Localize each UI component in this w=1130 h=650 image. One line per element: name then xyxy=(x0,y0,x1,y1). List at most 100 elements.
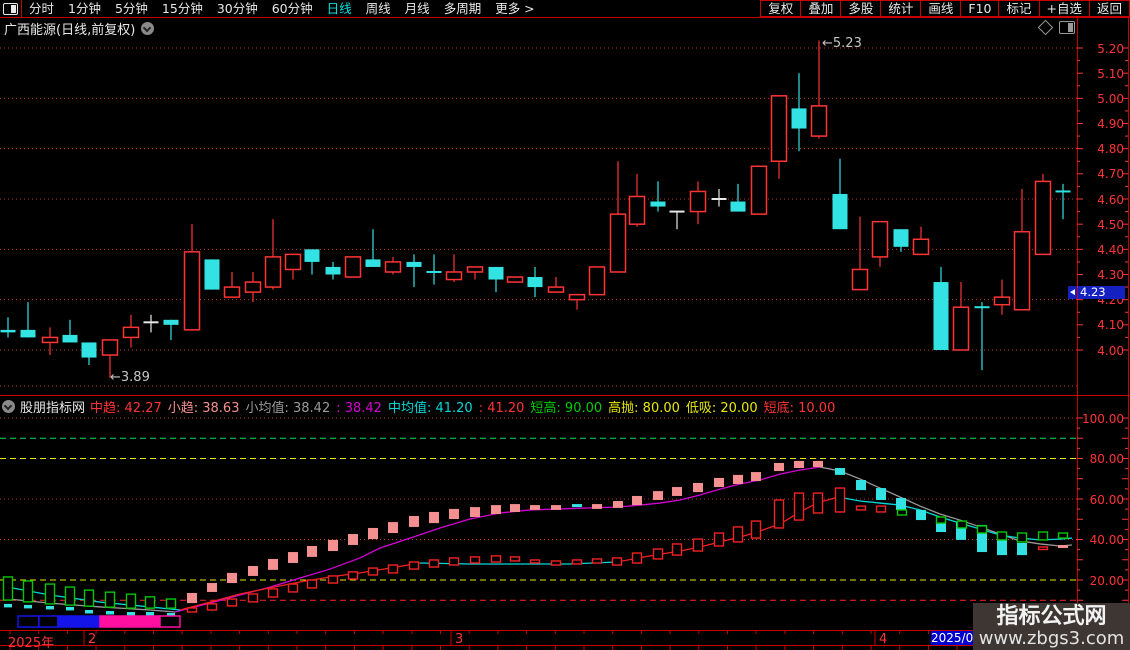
period-menu-item[interactable]: 多周期 xyxy=(437,0,489,17)
indicator-chevron-icon[interactable] xyxy=(2,399,15,413)
cyan-dash xyxy=(46,605,54,610)
candle-up xyxy=(810,105,828,137)
pane-layout-icon[interactable] xyxy=(1059,21,1075,34)
top-menu-bar: 分时 1分钟 5分钟 15分钟 30分钟 60分钟 日线 周线 月线 多周期 更多 > 复权 叠加 多股… xyxy=(0,0,1130,18)
period-menu-item[interactable]: 月线 xyxy=(398,0,437,17)
red-candle xyxy=(347,571,359,580)
period-menu-item[interactable]: 日线 xyxy=(320,0,359,17)
chart-canvas[interactable] xyxy=(0,0,1130,650)
green-candle xyxy=(64,586,76,606)
period-menu-item[interactable]: 5分钟 xyxy=(108,0,155,17)
cyan-dash xyxy=(85,609,93,614)
candle-down xyxy=(933,282,949,351)
tool-menu-item[interactable]: 多股 xyxy=(840,0,882,17)
candle-up xyxy=(122,326,140,339)
candle-up xyxy=(770,95,788,163)
cyan-candle xyxy=(835,468,845,475)
layout-toggle-button[interactable] xyxy=(0,0,22,17)
red-candle xyxy=(247,593,259,603)
salmon-candle xyxy=(751,472,761,481)
tool-menu: 复权 叠加 多股 统计 画线 F10 标记 +自选 返回 xyxy=(760,0,1130,17)
tool-menu-item[interactable]: 复权 xyxy=(760,0,802,17)
candle-up xyxy=(41,336,59,344)
indicator-field: 小趋: 38.63 xyxy=(167,400,240,416)
candle-up xyxy=(223,286,241,298)
red-candle xyxy=(750,520,762,539)
cyan-candle xyxy=(896,497,906,510)
salmon-candle xyxy=(388,522,398,534)
red-candle xyxy=(186,607,198,613)
period-menu-item[interactable]: 30分钟 xyxy=(210,0,265,17)
candle-down xyxy=(832,193,848,230)
green-candle xyxy=(956,520,968,529)
cyan-dash xyxy=(106,610,114,615)
tool-menu-item[interactable]: 画线 xyxy=(920,0,962,17)
chevron-down-icon[interactable] xyxy=(141,21,155,35)
candle-down xyxy=(406,261,422,267)
red-candle xyxy=(611,557,623,566)
tool-menu-item[interactable]: 叠加 xyxy=(800,0,842,17)
watermark-title: 指标公式网 xyxy=(996,603,1107,629)
red-candle xyxy=(571,559,583,565)
tool-menu-item[interactable]: 标记 xyxy=(998,0,1040,17)
candle-down xyxy=(163,319,179,325)
trading-app-window: { "top_menu": { "left_items": ["分时","1分钟… xyxy=(0,0,1130,650)
candle-up xyxy=(344,256,362,278)
candle-down xyxy=(20,329,36,338)
candle-up xyxy=(1013,230,1031,311)
cyan-dash xyxy=(146,611,154,616)
window-layout-icon xyxy=(3,2,18,15)
red-candle xyxy=(206,603,218,611)
candle-down xyxy=(488,266,504,280)
green-candle xyxy=(165,598,177,609)
candle-down xyxy=(0,329,16,333)
tool-menu-item[interactable]: 统计 xyxy=(880,0,922,17)
period-menu-item[interactable]: 60分钟 xyxy=(265,0,320,17)
salmon-candle xyxy=(429,511,439,524)
period-menu-item[interactable]: 1分钟 xyxy=(61,0,108,17)
period-menu-item[interactable]: 15分钟 xyxy=(155,0,210,17)
candle-up xyxy=(183,251,201,331)
green-candle xyxy=(1057,532,1069,539)
red-candle xyxy=(509,556,521,562)
green-candle xyxy=(1037,531,1049,541)
salmon-candle xyxy=(227,572,237,584)
period-menu-item[interactable]: 周线 xyxy=(359,0,398,17)
candle-down xyxy=(62,334,78,343)
salmon-candle xyxy=(348,534,358,545)
red-candle xyxy=(1037,546,1049,551)
candle-up xyxy=(588,266,606,296)
candle-up xyxy=(689,190,707,213)
salmon-candle xyxy=(592,504,602,509)
red-candle xyxy=(793,492,805,521)
indicator-field: : 38.42 xyxy=(336,400,382,416)
candle-up xyxy=(628,195,646,225)
signal-band-blue-hollow xyxy=(17,615,40,628)
period-menu-item[interactable]: 分时 xyxy=(22,0,61,17)
salmon-candle xyxy=(409,516,419,527)
tool-menu-item[interactable]: 返回 xyxy=(1088,0,1130,17)
red-candle xyxy=(692,538,704,552)
candle-up xyxy=(993,296,1011,306)
green-candle xyxy=(44,583,56,605)
green-candle xyxy=(996,531,1008,541)
salmon-candle xyxy=(653,491,663,501)
green-candle xyxy=(896,509,908,516)
indicator-field: 小均值: 38.42 xyxy=(245,400,331,416)
diamond-icon[interactable] xyxy=(1037,19,1054,36)
tool-menu-item[interactable]: F10 xyxy=(960,0,1000,17)
salmon-candle xyxy=(268,558,278,570)
page-title: 广西能源(日线,前复权) xyxy=(4,22,136,38)
candle-down xyxy=(365,259,381,267)
salmon-candle xyxy=(693,483,703,493)
candle-up xyxy=(952,306,970,351)
signal-band-blue-solid xyxy=(57,615,101,628)
candle-up xyxy=(750,165,768,215)
red-candle xyxy=(773,499,785,529)
red-candle xyxy=(550,560,562,566)
red-candle xyxy=(226,598,238,607)
period-menu-item[interactable]: 更多 > xyxy=(488,0,541,17)
salmon-candle xyxy=(307,545,317,557)
red-candle xyxy=(267,588,279,598)
tool-menu-item[interactable]: +自选 xyxy=(1038,0,1090,17)
